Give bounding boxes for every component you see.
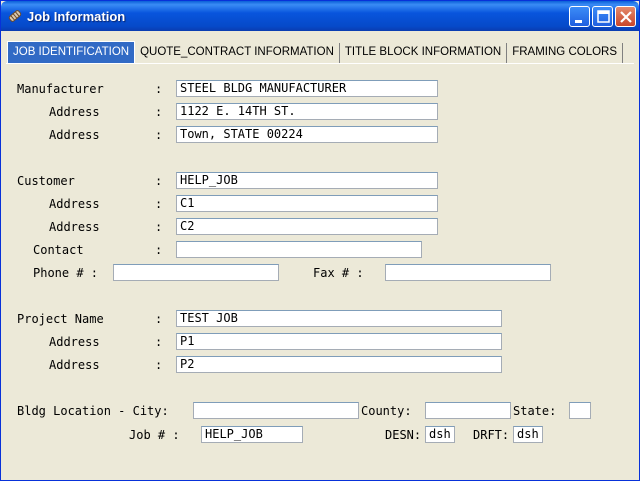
tab-title-block-information[interactable]: TITLE BLOCK INFORMATION [339, 43, 508, 63]
manufacturer-address2-field[interactable]: Town, STATE 00224 [176, 126, 438, 143]
minimize-icon [575, 20, 582, 23]
customer-address2-field[interactable]: C2 [176, 218, 438, 235]
project-address2-colon: : [155, 358, 163, 372]
title-bar[interactable]: Job Information [1, 1, 639, 31]
tab-strip: JOB IDENTIFICATION QUOTE_CONTRACT INFORM… [7, 41, 624, 63]
customer-colon: : [155, 174, 163, 188]
phone-field[interactable] [113, 264, 279, 281]
tab-quote-contract-information[interactable]: QUOTE_CONTRACT INFORMATION [135, 43, 340, 63]
drft-field[interactable]: dsh [513, 426, 543, 443]
job-number-field[interactable]: HELP_JOB [201, 426, 303, 443]
maximize-icon [597, 10, 610, 23]
app-icon [8, 10, 22, 22]
project-address1-field[interactable]: P1 [176, 333, 502, 350]
state-field[interactable] [569, 402, 591, 419]
drft-label: DRFT: [473, 428, 510, 442]
customer-address2-colon: : [155, 220, 163, 234]
minimize-button[interactable] [569, 6, 590, 27]
bldg-city-label: Bldg Location - City: [17, 404, 169, 418]
contact-colon: : [155, 243, 163, 257]
county-label: County: [361, 404, 412, 418]
customer-address1-field[interactable]: C1 [176, 195, 438, 212]
job-information-window: Job Information JOB IDENTIFICATION QUOTE… [0, 0, 640, 481]
project-address2-field[interactable]: P2 [176, 356, 502, 373]
close-icon [620, 11, 632, 23]
customer-field[interactable]: HELP_JOB [176, 172, 438, 189]
project-address2-label: Address [49, 358, 100, 372]
client-area: JOB IDENTIFICATION QUOTE_CONTRACT INFORM… [4, 31, 636, 478]
manufacturer-address2-label: Address [49, 128, 100, 142]
customer-address1-colon: : [155, 197, 163, 211]
state-label: State: [513, 404, 557, 418]
project-name-colon: : [155, 312, 163, 326]
customer-address1-label: Address [49, 197, 100, 211]
maximize-button[interactable] [592, 6, 613, 27]
manufacturer-address1-field[interactable]: 1122 E. 14TH ST. [176, 103, 438, 120]
customer-label: Customer [17, 174, 75, 188]
window-title: Job Information [27, 9, 126, 24]
job-number-label: Job # : [129, 428, 180, 442]
desn-label: DESN: [385, 428, 422, 442]
contact-label: Contact [33, 243, 84, 257]
tab-job-identification[interactable]: JOB IDENTIFICATION [7, 41, 136, 63]
manufacturer-address2-colon: : [155, 128, 163, 142]
desn-field[interactable]: dsh [425, 426, 455, 443]
manufacturer-address1-label: Address [49, 105, 100, 119]
project-name-label: Project Name [17, 312, 104, 326]
phone-label: Phone # : [33, 266, 99, 280]
fax-label: Fax # : [313, 266, 364, 280]
manufacturer-field[interactable]: STEEL BLDG MANUFACTURER [176, 80, 438, 97]
project-name-field[interactable]: TEST JOB [176, 310, 502, 327]
county-field[interactable] [425, 402, 511, 419]
contact-field[interactable] [176, 241, 422, 258]
fax-field[interactable] [385, 264, 551, 281]
customer-address2-label: Address [49, 220, 100, 234]
manufacturer-colon: : [155, 82, 163, 96]
project-address1-label: Address [49, 335, 100, 349]
project-address1-colon: : [155, 335, 163, 349]
city-field[interactable] [193, 402, 359, 419]
manufacturer-label: Manufacturer [17, 82, 104, 96]
close-button[interactable] [615, 6, 636, 27]
tab-framing-colors[interactable]: FRAMING COLORS [507, 43, 624, 63]
manufacturer-address1-colon: : [155, 105, 163, 119]
